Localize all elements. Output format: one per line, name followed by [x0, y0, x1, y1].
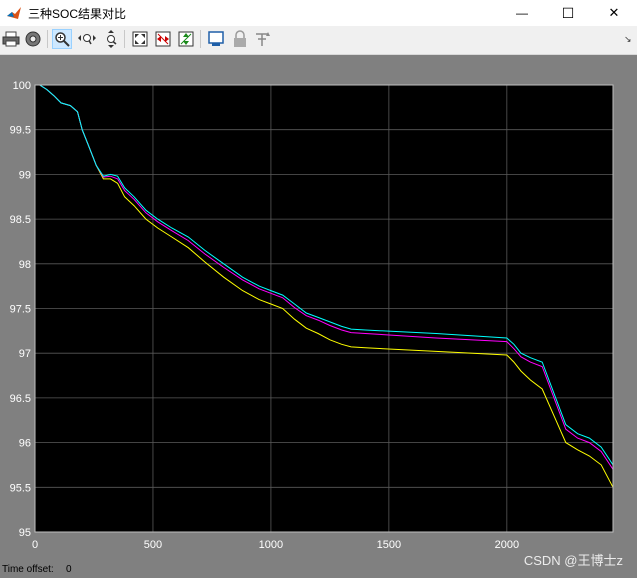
zoom-y-button[interactable] — [101, 29, 121, 49]
highlight-block-icon — [208, 31, 224, 46]
y-tick-label: 99.5 — [10, 125, 31, 137]
y-tick-label: 95 — [19, 527, 31, 539]
window-title: 三种SOC结果对比 — [28, 7, 127, 21]
dock-icon[interactable]: ↘ — [624, 34, 632, 45]
toolbar-separator — [200, 30, 201, 48]
lock-button[interactable] — [230, 29, 250, 49]
settings-button[interactable] — [23, 29, 43, 49]
y-tick-label: 95.5 — [10, 482, 31, 494]
maximize-button[interactable]: ☐ — [545, 0, 591, 26]
y-tick-label: 96 — [19, 438, 31, 450]
print-button[interactable] — [1, 29, 21, 49]
title-bar: 三种SOC结果对比 — ☐ ✕ — [0, 0, 637, 26]
maximize-icon: ☐ — [561, 4, 575, 21]
time-offset-label: Time offset: — [2, 564, 54, 575]
x-tick-label: 1000 — [259, 539, 283, 551]
y-tick-label: 99 — [19, 169, 31, 181]
zoom-in-icon — [55, 32, 70, 47]
close-button[interactable]: ✕ — [591, 0, 637, 26]
toolbar: ↘ — [0, 26, 637, 55]
settings-icon — [25, 31, 41, 47]
fit-x-button[interactable] — [153, 29, 173, 49]
lock-icon — [234, 30, 246, 47]
fit-y-button[interactable] — [176, 29, 196, 49]
soc-comparison-chart[interactable]: 9595.59696.59797.59898.59999.51000 500 100… — [0, 55, 637, 560]
print-icon — [2, 31, 20, 47]
scope-plot-area: 95 95.5 96 96.5 97 97.5 98 98.5 99 99.5 100 0 500 100… — [0, 55, 637, 565]
toolbar-separator — [47, 30, 48, 48]
toolbar-separator — [124, 30, 125, 48]
y-tick-label: 98.5 — [10, 214, 31, 226]
x-tick-label: 1500 — [377, 539, 401, 551]
signal-select-button[interactable] — [253, 29, 273, 49]
watermark: CSDN @王博士z — [523, 553, 623, 568]
y-tick-label: 97 — [19, 348, 31, 360]
y-tick-label: 97.5 — [10, 304, 31, 316]
fit-x-icon — [155, 31, 171, 47]
highlight-block-button[interactable] — [206, 29, 226, 49]
fit-to-view-button[interactable] — [130, 29, 150, 49]
zoom-x-icon — [78, 34, 96, 45]
signal-select-icon — [256, 32, 270, 46]
matlab-app-icon — [6, 5, 22, 21]
y-tick-label: 100 — [13, 80, 31, 92]
minimize-button[interactable]: — — [499, 0, 545, 26]
close-icon: ✕ — [608, 5, 620, 20]
time-offset-value: 0 — [66, 564, 72, 575]
zoom-y-icon — [107, 30, 117, 48]
zoom-x-button[interactable] — [77, 29, 97, 49]
zoom-in-button[interactable] — [52, 29, 72, 49]
x-tick-label: 0 — [32, 539, 38, 551]
x-tick-label: 500 — [144, 539, 162, 551]
fit-y-icon — [178, 31, 194, 47]
y-tick-label: 96.5 — [10, 393, 31, 405]
y-tick-label: 98 — [19, 259, 31, 271]
minimize-icon: — — [516, 6, 528, 20]
fit-to-view-icon — [132, 31, 148, 47]
x-tick-label: 2000 — [495, 539, 519, 551]
